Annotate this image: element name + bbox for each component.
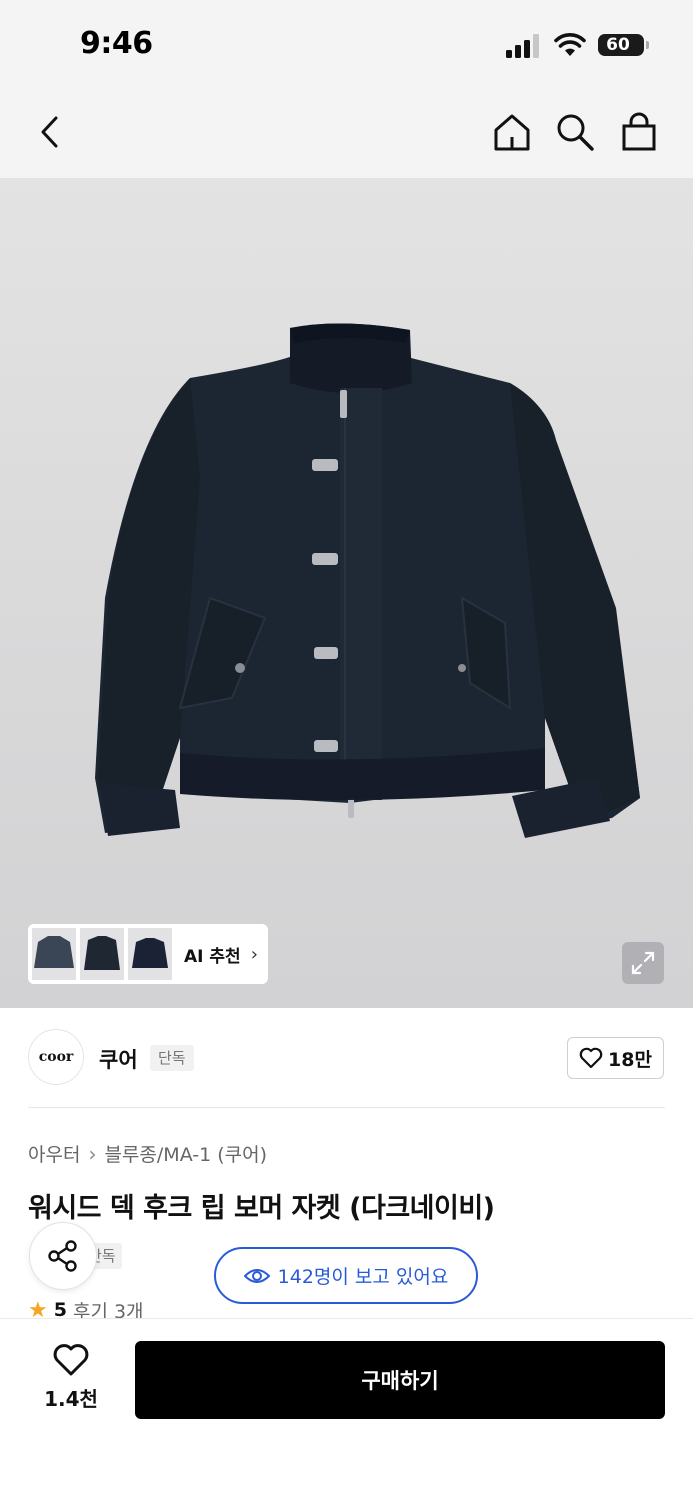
battery-level: 60 [606, 35, 630, 55]
brand-like-count: 18만 [608, 1048, 652, 1071]
product-image[interactable]: AI 추천 › [0, 178, 693, 1008]
bottom-action-bar: 1.4천 구매하기 [0, 1318, 693, 1500]
shopping-bag-icon[interactable] [617, 110, 661, 154]
similar-items-strip[interactable]: AI 추천 › [28, 924, 268, 984]
thumbnail-3[interactable] [128, 928, 172, 980]
wifi-icon [554, 33, 586, 56]
brand-exclusive-badge: 단독 [150, 1045, 194, 1071]
signal-icon [506, 34, 539, 58]
brand-like-button[interactable]: 18만 [567, 1037, 664, 1079]
status-time: 9:46 [80, 26, 153, 61]
jacket-image [95, 323, 640, 838]
wishlist-count: 1.4천 [44, 1387, 98, 1411]
chevron-right-icon: › [250, 943, 258, 965]
status-bar: 9:46 60 [0, 0, 693, 90]
nav-bar [0, 90, 693, 178]
thumbnail-1[interactable] [32, 928, 76, 980]
home-icon[interactable] [490, 110, 534, 154]
breadcrumb: 아우터 › 블루종/MA-1 (쿠어) [28, 1140, 267, 1167]
brand-row[interactable]: coor 쿠어 단독 18만 [0, 1008, 693, 1108]
heart-icon [53, 1344, 89, 1376]
expand-icon[interactable] [622, 942, 664, 984]
breadcrumb-subcategory[interactable]: 블루종/MA-1 (쿠어) [104, 1140, 267, 1167]
thumbnail-2[interactable] [80, 928, 124, 980]
chevron-right-icon: › [88, 1141, 97, 1166]
back-icon[interactable] [28, 110, 72, 154]
buy-button[interactable]: 구매하기 [135, 1341, 665, 1419]
brand-logo[interactable]: coor [28, 1029, 84, 1085]
product-title: 워시드 덱 후크 립 보머 자켓 (다크네이비) [28, 1193, 495, 1224]
viewers-pill: 142명이 보고 있어요 [214, 1247, 478, 1304]
viewers-text: 142명이 보고 있어요 [277, 1266, 449, 1288]
wishlist-button[interactable]: 1.4천 [30, 1343, 112, 1413]
breadcrumb-category[interactable]: 아우터 [28, 1140, 80, 1167]
battery-indicator: 60 [598, 34, 649, 56]
divider [28, 1107, 665, 1108]
eye-icon [243, 1268, 270, 1283]
share-icon[interactable] [29, 1222, 97, 1290]
brand-name[interactable]: 쿠어 [99, 1044, 138, 1074]
heart-icon [579, 1047, 603, 1069]
ai-recommend-label[interactable]: AI 추천 [184, 942, 241, 967]
search-icon[interactable] [553, 110, 597, 154]
